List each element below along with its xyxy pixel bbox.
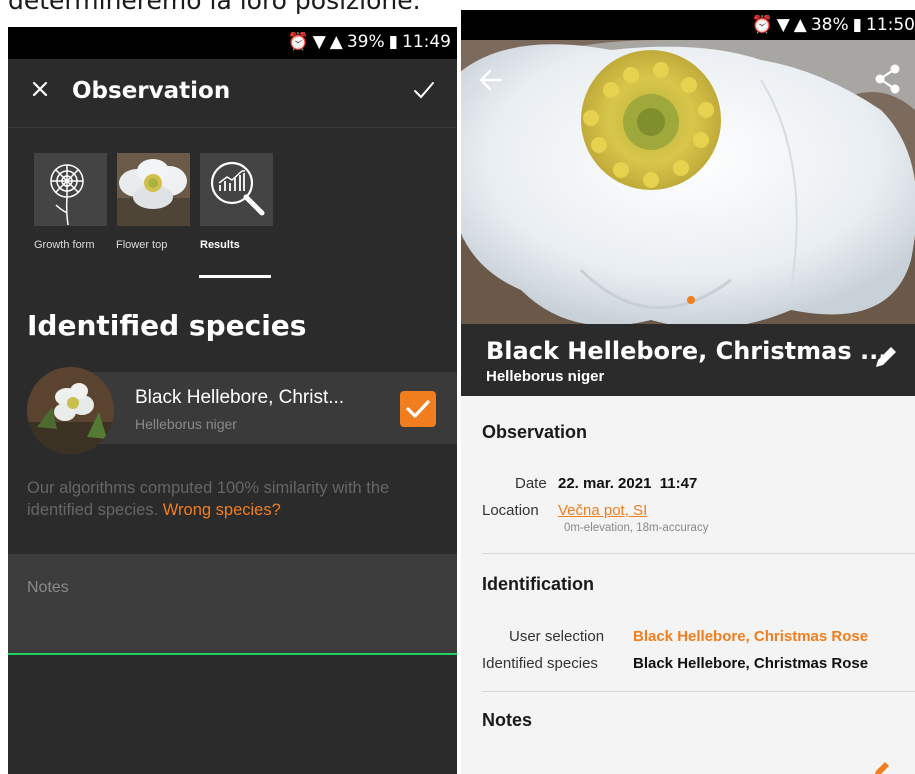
notes-input[interactable] — [8, 554, 457, 655]
tab-flower-top[interactable] — [117, 153, 190, 226]
right-phone-screen: ⏰ ▼ ▲ 38% ▮ 11:50 Black Hellebore, Chris… — [461, 10, 915, 774]
active-tab-indicator — [199, 275, 271, 278]
flower-photo — [117, 153, 190, 226]
section-divider — [482, 691, 915, 692]
observation-photo[interactable] — [461, 40, 915, 324]
close-icon[interactable] — [28, 77, 52, 101]
wifi-icon: ▼ — [776, 15, 790, 35]
alarm-icon: ⏰ — [751, 15, 773, 35]
species-common-name: Black Hellebore, Christmas ... — [486, 337, 888, 365]
species-avatar — [27, 367, 114, 454]
signal-icon: ▲ — [329, 32, 343, 52]
toolbar-title: Observation — [72, 78, 231, 104]
algorithm-similarity-text: Our algorithms computed 100% similarity … — [27, 477, 447, 521]
checkmark-icon — [406, 400, 430, 418]
status-bar: ⏰ ▼ ▲ 39% ▮ 11:49 — [8, 27, 457, 59]
wrong-species-link[interactable]: Wrong species? — [163, 501, 281, 519]
user-selection-label: User selection — [509, 628, 605, 645]
species-header: Black Hellebore, Christmas ... Helleboru… — [461, 324, 915, 396]
identified-species-label: Identified species — [482, 655, 598, 672]
alarm-icon: ⏰ — [287, 32, 309, 52]
notes-edit-pencil-icon[interactable] — [871, 758, 893, 774]
status-time: 11:49 — [402, 32, 451, 52]
tab-label-growth-form: Growth form — [34, 239, 95, 251]
left-phone-screen: ⏰ ▼ ▲ 39% ▮ 11:49 Observation Growth for… — [8, 27, 457, 774]
status-time: 11:50 — [866, 15, 915, 35]
toolbar: Observation — [8, 59, 457, 128]
battery-icon: ▮ — [852, 15, 862, 35]
species-name: Black Hellebore, Christ... — [135, 387, 345, 408]
results-magnifier-icon — [200, 153, 273, 226]
battery-percent: 38% — [810, 15, 849, 35]
tab-label-results: Results — [200, 239, 240, 251]
dandelion-icon — [34, 153, 107, 226]
edit-pencil-icon[interactable] — [871, 342, 901, 372]
location-link[interactable]: Večna pot, SI — [558, 502, 647, 519]
back-arrow-icon[interactable] — [477, 66, 505, 94]
species-checkbox[interactable] — [400, 391, 436, 427]
signal-icon: ▲ — [793, 15, 807, 35]
notes-placeholder: Notes — [27, 579, 69, 596]
document-top-text: determineremo la loro posizione. — [8, 0, 421, 15]
tab-results[interactable] — [200, 153, 273, 226]
user-selection-value[interactable]: Black Hellebore, Christmas Rose — [633, 628, 868, 645]
wifi-icon: ▼ — [312, 32, 326, 52]
notes-section-title: Notes — [482, 710, 533, 730]
location-detail: 0m-elevation, 18m-accuracy — [564, 522, 709, 534]
section-divider — [482, 553, 915, 554]
tab-growth-form[interactable] — [34, 153, 107, 226]
share-icon[interactable] — [875, 64, 901, 94]
battery-percent: 39% — [346, 32, 385, 52]
status-bar: ⏰ ▼ ▲ 38% ▮ 11:50 — [461, 10, 915, 40]
location-label: Location — [482, 502, 539, 519]
species-latin-name: Helleborus niger — [486, 368, 605, 385]
tab-label-flower-top: Flower top — [116, 239, 168, 251]
photo-page-indicator — [687, 296, 695, 304]
species-photo — [27, 367, 114, 454]
identified-species-title: Identified species — [27, 309, 307, 342]
identified-species-value: Black Hellebore, Christmas Rose — [633, 655, 869, 672]
date-value: 22. mar. 2021 11:47 — [558, 475, 698, 492]
battery-icon: ▮ — [388, 32, 398, 52]
hellebore-photo — [461, 40, 915, 324]
date-label: Date — [515, 475, 547, 492]
confirm-check-icon[interactable] — [411, 77, 437, 103]
observation-section-title: Observation — [482, 422, 588, 442]
species-latin-name: Helleborus niger — [135, 416, 237, 432]
identification-section-title: Identification — [482, 574, 594, 594]
